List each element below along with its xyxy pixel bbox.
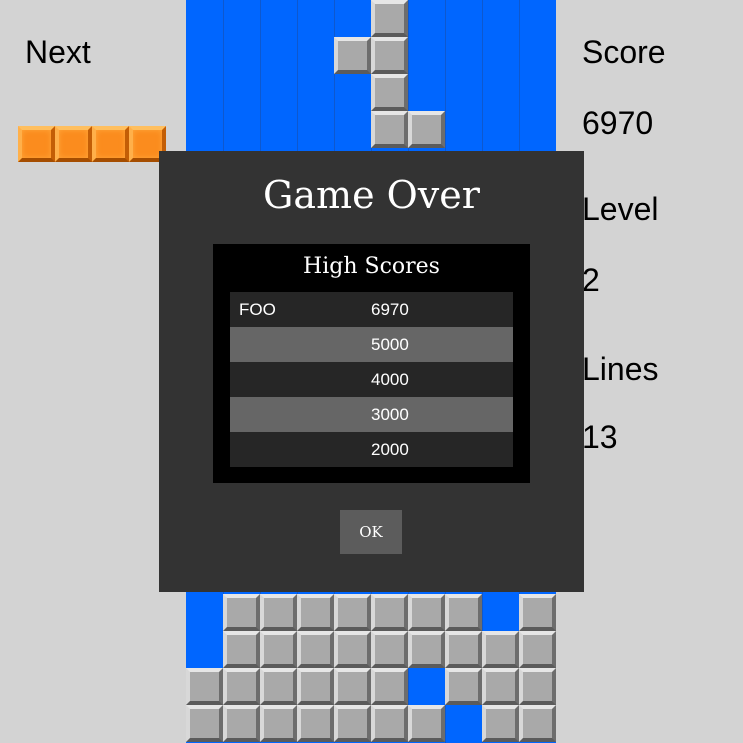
high-scores-title: High Scores [303,254,440,279]
game-over-dialog: Game Over High Scores FOO 6970 5000 4000… [159,151,584,592]
board-block [223,705,260,742]
board-block [223,631,260,668]
ok-button[interactable]: OK [340,510,402,554]
board-block [186,668,223,705]
level-value: 2 [582,262,600,298]
board-block [334,37,371,74]
high-scores-panel: High Scores FOO 6970 5000 4000 3000 2000 [213,244,530,483]
next-piece-block [18,126,55,162]
board-block [297,668,334,705]
board-block [371,0,408,37]
score-row: 2000 [230,432,513,467]
score-row: 4000 [230,362,513,397]
score-row-score: 5000 [371,334,409,354]
board-block [408,631,445,668]
high-scores-table: FOO 6970 5000 4000 3000 2000 [230,292,513,467]
board-block [223,594,260,631]
board-block [482,668,519,705]
board-block [519,668,556,705]
board-block [371,668,408,705]
board-block [297,705,334,742]
board-block [334,705,371,742]
score-row: 5000 [230,327,513,362]
board-block [371,37,408,74]
board-block [260,668,297,705]
next-piece-block [92,126,129,162]
board-block [371,631,408,668]
score-row-score: 2000 [371,439,409,459]
board-block [297,594,334,631]
next-label: Next [25,34,91,70]
score-row-score: 4000 [371,369,409,389]
board-block [445,594,482,631]
level-label: Level [582,191,659,227]
score-row-name: FOO [239,299,276,319]
board-block [445,668,482,705]
next-piece-block [55,126,92,162]
score-row-score: 3000 [371,404,409,424]
board-block [297,631,334,668]
board-block [334,631,371,668]
board-block [260,705,297,742]
board-block [186,705,223,742]
board-block [519,631,556,668]
board-block [482,705,519,742]
board-block [482,631,519,668]
board-block [408,111,445,148]
score-row: 3000 [230,397,513,432]
board-block [519,705,556,742]
board-block [445,631,482,668]
board-block [408,594,445,631]
board-block [260,594,297,631]
board-block [334,594,371,631]
board-block [334,668,371,705]
game-over-title: Game Over [263,173,480,217]
lines-value: 13 [582,419,618,455]
board-block [371,705,408,742]
lines-label: Lines [582,351,659,387]
score-row: FOO 6970 [230,292,513,327]
score-value: 6970 [582,105,654,141]
board-block [408,705,445,742]
board-block [260,631,297,668]
next-piece-preview [18,126,166,162]
score-label: Score [582,34,666,70]
board-block [223,668,260,705]
score-row-score: 6970 [371,299,409,319]
board-block [371,74,408,111]
board-block [371,111,408,148]
board-block [371,594,408,631]
board-block [519,594,556,631]
